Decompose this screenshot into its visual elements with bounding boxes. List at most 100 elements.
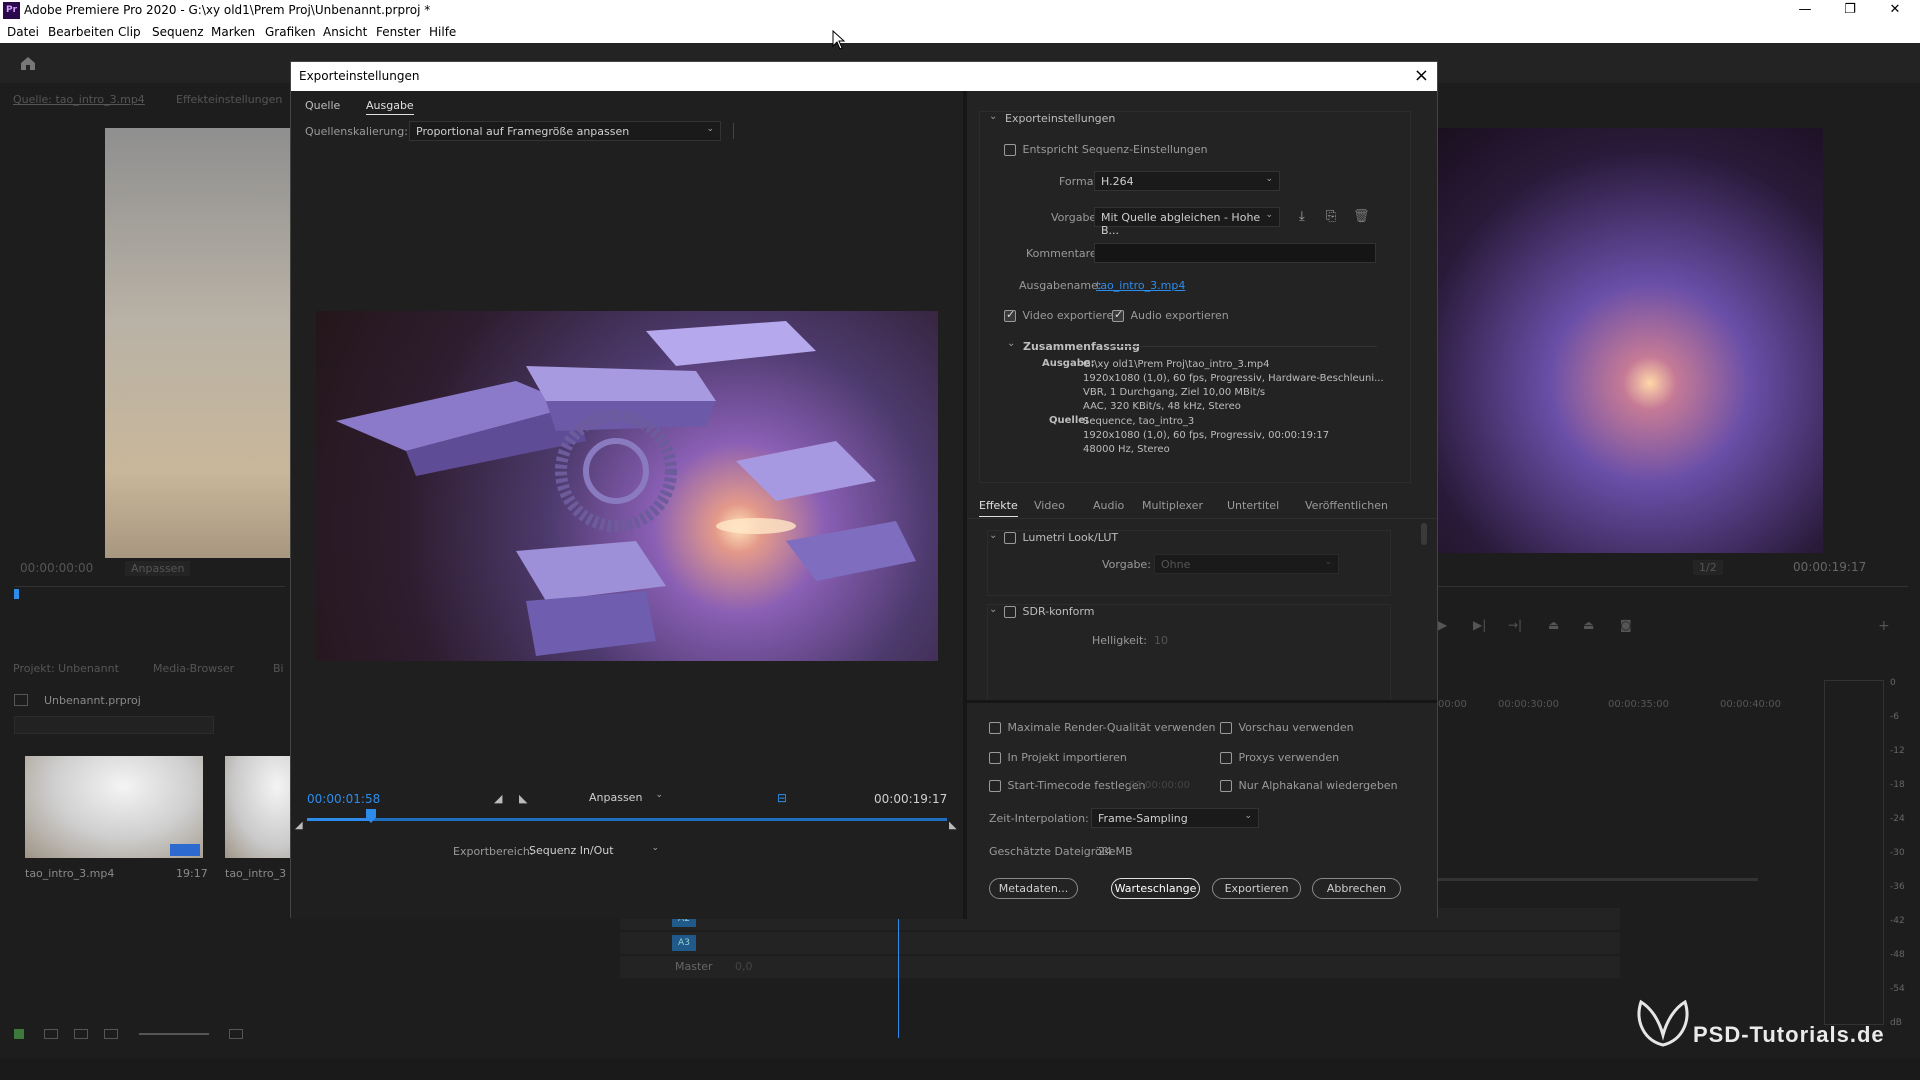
tab-captions[interactable]: Untertitel (1227, 499, 1279, 512)
track-a3-label[interactable]: A3 (672, 935, 696, 951)
menu-fenster[interactable]: Fenster (376, 25, 421, 39)
close-window-icon[interactable]: ✕ (1880, 2, 1910, 17)
tab-publish[interactable]: Veröffentlichen (1305, 499, 1388, 512)
menu-sequenz[interactable]: Sequenz (152, 25, 204, 39)
sequence-thumbnail[interactable] (225, 756, 290, 858)
tab-video[interactable]: Video (1034, 499, 1065, 512)
cancel-button[interactable]: Abbrechen (1312, 878, 1401, 899)
menu-ansicht[interactable]: Ansicht (323, 25, 367, 39)
delete-preset-icon[interactable]: 🗑 (1353, 209, 1370, 224)
preset-select[interactable]: Mit Quelle abgleichen - Hohe B... ⌄ (1094, 207, 1280, 237)
minimize-icon[interactable]: — (1790, 2, 1820, 17)
format-select[interactable]: H.264 ⌄ (1094, 171, 1280, 191)
alpha-only-checkbox[interactable] (1220, 780, 1232, 792)
export-audio-checkbox[interactable] (1112, 308, 1124, 322)
export-frame-icon[interactable]: ◙ (1620, 618, 1632, 632)
clip-duration: 19:17 (176, 867, 208, 880)
add-button-icon[interactable]: + (1878, 618, 1890, 634)
effects-scrollbar[interactable] (1421, 523, 1427, 545)
timeline-scrollbar[interactable] (1438, 878, 1758, 881)
brightness-value[interactable]: 10 (1154, 634, 1168, 647)
timeline-playhead[interactable] (898, 908, 899, 1038)
output-name-link[interactable]: tao_intro_3.mp4 (1096, 279, 1185, 292)
menu-marken[interactable]: Marken (211, 25, 255, 39)
export-timeline-bar[interactable] (307, 818, 947, 821)
sdr-chevron-icon[interactable]: ⌄ (989, 604, 997, 615)
set-out-point-icon[interactable]: ◣ (519, 792, 527, 805)
step-forward-icon[interactable]: ▶| (1473, 618, 1486, 632)
tab-source[interactable]: Quelle (305, 99, 340, 112)
comment-input[interactable] (1094, 243, 1376, 263)
collapse-chevron-icon[interactable]: ⌄ (989, 111, 997, 122)
save-preset-icon[interactable]: ⤓ (1299, 209, 1305, 224)
in-point-marker-icon[interactable]: ◢ (295, 820, 303, 831)
clip-thumbnail[interactable] (25, 756, 203, 858)
out-point-marker-icon[interactable]: ◣ (949, 820, 957, 831)
dialog-close-icon[interactable]: × (1414, 65, 1429, 86)
sort-icon[interactable] (229, 1029, 243, 1039)
pencil-icon[interactable] (14, 1029, 24, 1039)
tab-output[interactable]: Ausgabe (366, 99, 414, 115)
zoom-slider[interactable] (139, 1033, 209, 1035)
menu-grafiken[interactable]: Grafiken (265, 25, 316, 39)
export-range-select[interactable]: Sequenz In/Out ⌄ (523, 841, 665, 861)
menu-datei[interactable]: Datei (7, 25, 39, 39)
program-time-ruler[interactable] (1438, 586, 1908, 587)
menu-bearbeiten[interactable]: Bearbeiten (48, 25, 114, 39)
lift-icon[interactable]: ⏏ (1548, 618, 1559, 632)
tab-multiplexer[interactable]: Multiplexer (1142, 499, 1203, 512)
import-project-checkbox[interactable] (989, 752, 1001, 764)
time-interpolation-select[interactable]: Frame-Sampling ⌄ (1091, 808, 1259, 828)
extract-icon[interactable]: ⏏ (1583, 618, 1594, 632)
menu-hilfe[interactable]: Hilfe (429, 25, 456, 39)
export-video-checkbox[interactable] (1004, 308, 1016, 322)
use-proxies-checkbox[interactable] (1220, 752, 1232, 764)
export-button[interactable]: Exportieren (1212, 878, 1301, 899)
aspect-correction-icon[interactable]: ⊟ (777, 791, 787, 805)
list-view-icon[interactable] (44, 1029, 58, 1039)
tab-bin[interactable]: Bi (273, 662, 284, 675)
lumetri-preset-select[interactable]: Ohne ⌄ (1154, 554, 1339, 574)
icon-view-icon[interactable] (74, 1029, 88, 1039)
menu-clip[interactable]: Clip (118, 25, 141, 39)
play-icon[interactable]: ▶ (1438, 618, 1447, 632)
track-a3[interactable]: A3 (620, 932, 1620, 954)
metadata-button[interactable]: Metadaten... (989, 878, 1078, 899)
use-preview-checkbox[interactable] (1220, 722, 1232, 734)
tab-source[interactable]: Quelle: tao_intro_3.mp4 (13, 93, 145, 106)
meter-tick: -18 (1890, 780, 1905, 790)
restore-icon[interactable]: ❐ (1835, 2, 1865, 17)
go-to-out-icon[interactable]: →| (1508, 618, 1522, 632)
tab-effect-controls[interactable]: Effekteinstellungen (176, 93, 282, 106)
start-timecode-checkbox[interactable] (989, 780, 1001, 792)
import-project-label: In Projekt importieren (1007, 751, 1127, 764)
sdr-checkbox[interactable] (1004, 606, 1016, 618)
current-timecode[interactable]: 00:00:01:58 (307, 792, 380, 806)
tab-audio[interactable]: Audio (1093, 499, 1124, 512)
home-icon[interactable] (19, 55, 37, 71)
fit-select[interactable]: Anpassen ⌄ (583, 788, 669, 808)
project-search-input[interactable] (14, 716, 214, 734)
freeform-view-icon[interactable] (104, 1029, 118, 1039)
lumetri-checkbox[interactable] (1004, 532, 1016, 544)
master-volume[interactable]: 0,0 (735, 960, 753, 973)
source-playhead[interactable] (14, 589, 19, 599)
import-preset-icon[interactable]: ⎘ (1326, 209, 1336, 224)
max-render-checkbox[interactable] (989, 722, 1001, 734)
summary-chevron-icon[interactable]: ⌄ (1007, 338, 1015, 349)
tab-project[interactable]: Projekt: Unbenannt (13, 662, 119, 675)
start-timecode-value[interactable]: 00:00:00:00 (1129, 780, 1190, 791)
tab-effects[interactable]: Effekte (979, 499, 1018, 517)
scaling-select[interactable]: Proportional auf Framegröße anpassen ⌄ (409, 121, 721, 141)
pane-splitter[interactable] (967, 700, 1437, 703)
queue-button[interactable]: Warteschlange (1111, 878, 1200, 899)
meter-tick: -30 (1890, 848, 1905, 858)
set-in-point-icon[interactable]: ◢ (494, 792, 502, 805)
source-fit-select[interactable]: Anpassen (125, 561, 191, 576)
lumetri-chevron-icon[interactable]: ⌄ (989, 530, 997, 541)
program-ratio-select[interactable]: 1/2 (1693, 560, 1723, 575)
tab-media-browser[interactable]: Media-Browser (153, 662, 234, 675)
source-time-ruler[interactable] (15, 586, 285, 587)
match-sequence-checkbox[interactable] (1004, 144, 1016, 156)
track-master[interactable]: Master 0,0 (620, 956, 1620, 978)
